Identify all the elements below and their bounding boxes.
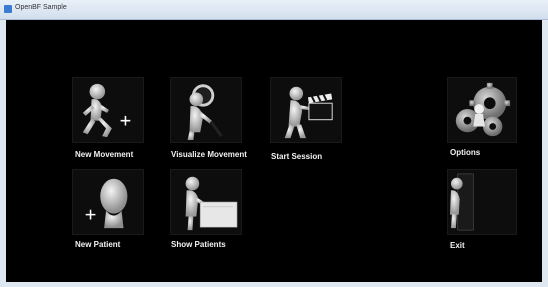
options-button[interactable]: Options (447, 77, 527, 159)
app-icon (4, 5, 12, 13)
visualize-movement-button[interactable]: Visualize Movement (170, 77, 260, 159)
options-label: Options (450, 148, 481, 157)
new-patient-button[interactable]: New Patient (72, 169, 162, 253)
start-session-label: Start Session (271, 152, 323, 161)
figure-door-icon (447, 169, 517, 235)
window-title: OpenBF Sample (15, 4, 67, 11)
window-titlebar: OpenBF Sample (0, 0, 548, 20)
figure-magnifier-icon (170, 77, 242, 143)
show-patients-label: Show Patients (171, 240, 226, 249)
exit-button[interactable]: Exit (447, 169, 527, 253)
new-patient-label: New Patient (75, 240, 121, 249)
new-movement-button[interactable]: New Movement (72, 77, 162, 159)
visualize-movement-label: Visualize Movement (171, 150, 247, 159)
exit-label: Exit (450, 241, 465, 250)
new-movement-label: New Movement (75, 150, 134, 159)
start-session-button[interactable]: Start Session (270, 77, 360, 161)
figure-clapperboard-icon (270, 77, 342, 143)
window-border-right (542, 20, 548, 287)
head-plus-icon (72, 169, 144, 235)
gears-icon (447, 77, 517, 143)
window-border-bottom (0, 282, 548, 287)
figure-board-icon (170, 169, 242, 235)
show-patients-button[interactable]: Show Patients (170, 169, 260, 253)
running-figure-plus-icon (72, 77, 144, 143)
